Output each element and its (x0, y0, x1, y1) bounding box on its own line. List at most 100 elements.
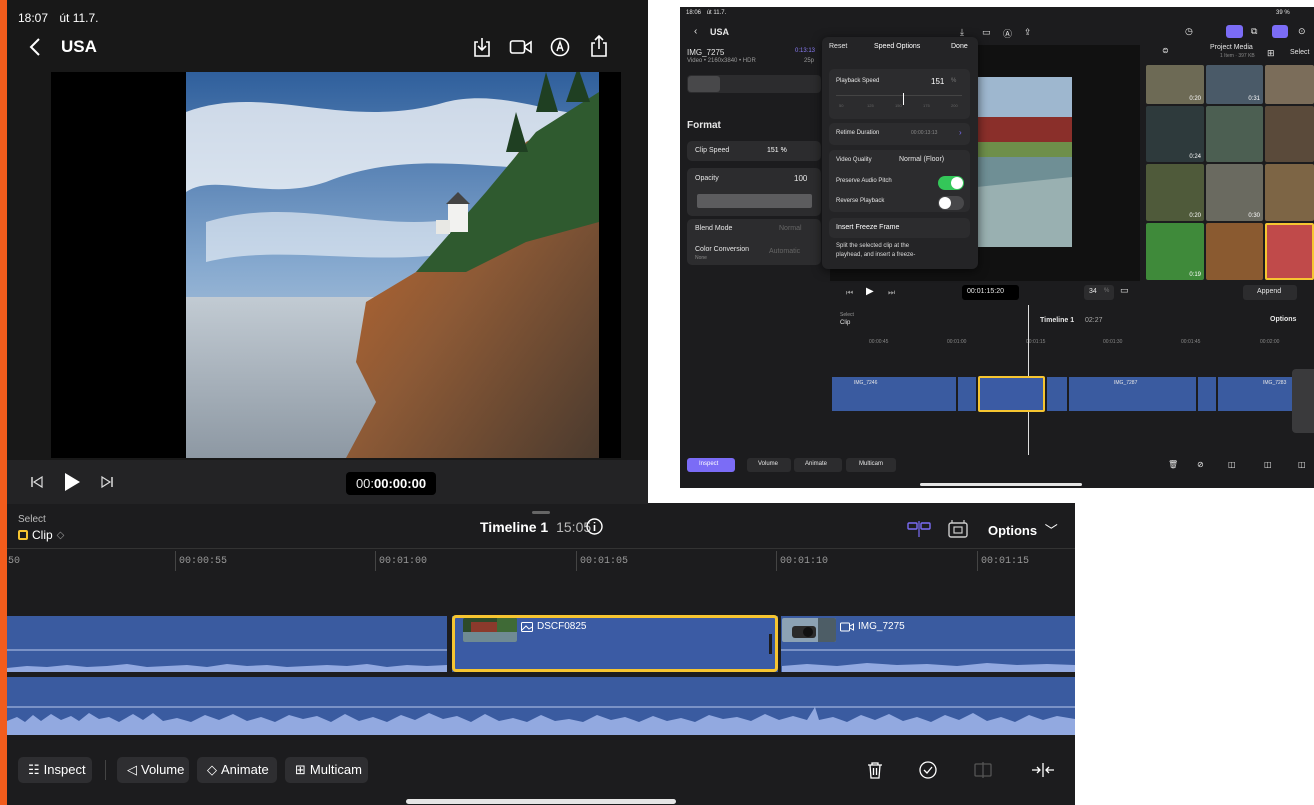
inset-share-icon[interactable]: ⇪ (1024, 27, 1032, 38)
inset-markup-icon[interactable]: Ⓐ (1003, 27, 1012, 40)
reverse-playback-toggle[interactable] (938, 196, 964, 210)
inset-clip[interactable]: IMG_7283 (1218, 377, 1292, 411)
inset-clip-speed-row[interactable]: Clip Speed 151 % (687, 141, 821, 161)
media-grid-icon[interactable]: ⊞ (1267, 48, 1275, 59)
inset-selected-clip[interactable] (978, 376, 1045, 412)
inset-layout-icon[interactable]: ⧉ (1251, 26, 1257, 37)
snapping-button[interactable] (907, 521, 931, 537)
media-thumb[interactable]: 0:31 (1206, 65, 1263, 104)
inset-zoom-field[interactable]: 34 % (1084, 285, 1114, 300)
inset-clip[interactable]: IMG_7287 (1069, 377, 1196, 411)
popover-done-button[interactable]: Done (951, 43, 968, 50)
video-quality-value[interactable]: Normal (Floor) (899, 156, 944, 163)
blend-mode-value[interactable]: Normal (779, 225, 802, 232)
inset-tab-video[interactable] (688, 76, 720, 92)
trim-handle[interactable] (769, 634, 772, 654)
ruler-tick (977, 551, 978, 571)
media-select-button[interactable]: Select (1290, 49, 1309, 56)
skip-forward-button[interactable] (100, 475, 114, 489)
inset-viewer-options-icon[interactable]: ▭ (1120, 285, 1129, 296)
volume-button[interactable]: ◁ Volume (117, 757, 189, 783)
inset-split-icon[interactable]: ◫ (1228, 460, 1236, 469)
inset-camera-icon[interactable]: ▭ (982, 27, 991, 38)
ruler-tick (776, 551, 777, 571)
inset-play-icon[interactable]: ▶ (866, 286, 874, 297)
split-button[interactable] (974, 761, 992, 779)
inset-check-icon[interactable]: ⊘ (1197, 460, 1204, 469)
info-icon (586, 518, 603, 535)
media-thumb[interactable]: 0:19 (1146, 223, 1204, 280)
timeline-title: Timeline 1 15:05 (480, 519, 591, 535)
media-thumb[interactable]: 0:24 (1146, 106, 1204, 162)
clip-appearance-button[interactable] (948, 520, 968, 538)
inset-opacity-row[interactable]: Opacity 100 (687, 168, 821, 216)
import-button[interactable] (472, 36, 492, 58)
inspect-button[interactable]: ☷ Inspect (18, 757, 92, 783)
inset-trim-icon[interactable]: ◫ (1298, 460, 1306, 469)
media-thumb[interactable] (1206, 223, 1263, 280)
insert-freeze-frame-button[interactable]: Insert Freeze Frame (829, 218, 970, 238)
media-thumb-selected[interactable] (1265, 223, 1314, 280)
play-button[interactable] (63, 472, 81, 492)
clip-mode-selector[interactable]: Clip ◇ (18, 528, 64, 542)
inset-clip-mode[interactable]: Clip (840, 320, 850, 326)
markup-button[interactable] (550, 37, 570, 57)
inset-detach-icon[interactable]: ◫ (1264, 460, 1272, 469)
inset-multicam-button[interactable]: Multicam (846, 458, 896, 472)
inset-skip-forward-icon[interactable]: ⏭ (888, 288, 895, 298)
inset-media-browser-button[interactable] (1226, 25, 1243, 38)
inset-volume-button[interactable]: Volume (747, 458, 791, 472)
inset-inspector-button[interactable] (1272, 25, 1288, 38)
media-thumb[interactable]: 0:30 (1206, 164, 1263, 221)
animate-button[interactable]: ◇ Animate (197, 757, 277, 783)
playback-speed-value[interactable]: 151 (931, 77, 944, 86)
inset-skip-back-icon[interactable]: ⏮ (846, 288, 853, 298)
media-thumb[interactable] (1265, 106, 1314, 162)
popover-reset-button[interactable]: Reset (829, 43, 847, 50)
retime-duration-row[interactable]: Retime Duration 00:00:13:13 › (829, 123, 970, 145)
inset-clip[interactable] (1198, 377, 1216, 411)
trim-to-playhead-button[interactable] (1031, 762, 1055, 778)
skip-back-button[interactable] (30, 475, 44, 489)
media-thumb[interactable]: 0:20 (1146, 65, 1204, 104)
inset-clip[interactable]: IMG_7246 (832, 377, 956, 411)
media-thumb[interactable]: 0:20 (1146, 164, 1204, 221)
inset-inspect-button[interactable]: Inspect (687, 458, 735, 472)
inset-timecode-box[interactable]: 00:01:15:20 (962, 285, 1019, 300)
preserve-audio-toggle[interactable] (938, 176, 964, 190)
color-conversion-value[interactable]: Automatic (769, 248, 800, 255)
confirm-button[interactable] (919, 761, 937, 779)
inset-inspector-tabs[interactable] (687, 75, 821, 93)
inset-side-handle[interactable] (1292, 369, 1314, 433)
audio-track[interactable] (7, 677, 1075, 735)
inset-back-button[interactable]: ‹ (694, 26, 697, 37)
clip-mode-label: Clip (32, 528, 53, 542)
timecode-main: 00:00:00 (374, 476, 427, 491)
inset-more-icon[interactable]: ⊙ (1298, 26, 1306, 37)
timeline-info-button[interactable] (586, 518, 603, 535)
inset-options-button[interactable]: Options (1270, 316, 1296, 323)
inset-clip[interactable] (1047, 377, 1067, 411)
opacity-slider[interactable] (697, 194, 812, 208)
inset-trash-icon[interactable]: 🗑 (1168, 460, 1178, 469)
back-button[interactable] (28, 37, 42, 57)
inset-animate-button[interactable]: Animate (794, 458, 842, 472)
media-filter-icon[interactable]: ⊜ (1162, 46, 1169, 55)
timeline-grabber[interactable] (532, 511, 550, 514)
timeline-ruler[interactable] (7, 548, 1075, 568)
playhead-timecode[interactable]: 00:00:00:00 (346, 472, 436, 495)
timeline-options-button[interactable]: Options ﹀ (988, 520, 1058, 539)
media-thumb[interactable] (1265, 164, 1314, 221)
delete-button[interactable] (867, 761, 883, 779)
media-thumb[interactable] (1265, 65, 1314, 104)
media-thumb[interactable] (1206, 106, 1263, 162)
inset-zoom-unit: % (1104, 288, 1110, 294)
inset-history-icon[interactable]: ◷ (1185, 26, 1193, 37)
inset-clip-name: IMG_7283 (1263, 380, 1287, 386)
share-button[interactable] (590, 34, 608, 58)
video-icon (840, 622, 854, 631)
inset-append-button[interactable]: Append (1243, 285, 1297, 300)
multicam-button[interactable]: ⊞ Multicam (285, 757, 368, 783)
inset-clip[interactable] (958, 377, 976, 411)
camera-button[interactable] (509, 38, 533, 56)
